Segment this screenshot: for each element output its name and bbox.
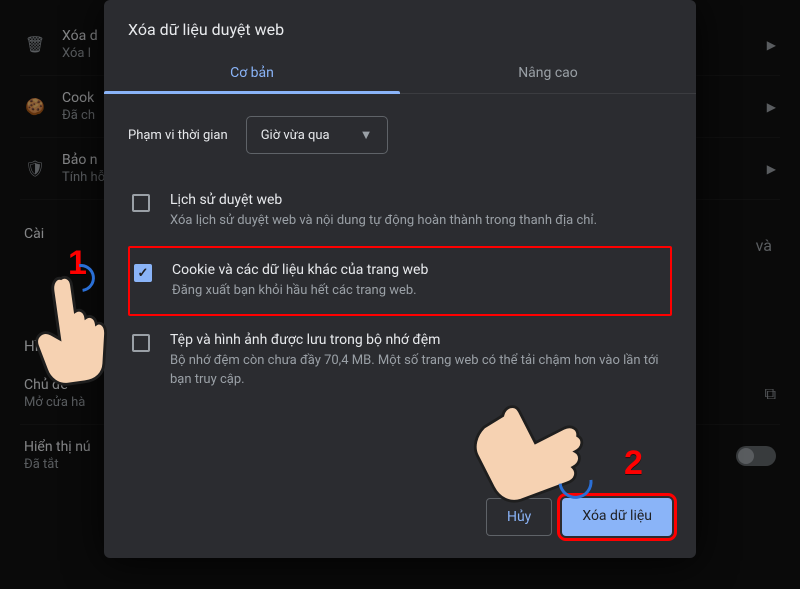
tab-basic[interactable]: Cơ bản	[104, 53, 400, 93]
dialog-title: Xóa dữ liệu duyệt web	[104, 0, 696, 53]
tab-indicator	[104, 91, 400, 94]
checkbox-cache[interactable]	[132, 334, 150, 352]
option-sub: Xóa lịch sử duyệt web và nội dung tự độn…	[170, 212, 668, 230]
chevron-right-icon: ▶	[767, 162, 776, 176]
options-list: Lịch sử duyệt web Xóa lịch sử duyệt web …	[104, 164, 696, 417]
time-range-label: Phạm vi thời gian	[128, 128, 228, 143]
annotation-number-1: 1	[68, 244, 87, 283]
option-sub: Đăng xuất bạn khỏi hầu hết các trang web…	[172, 282, 666, 300]
tab-advanced[interactable]: Nâng cao	[400, 53, 696, 93]
clear-data-button[interactable]: Xóa dữ liệu	[562, 498, 672, 536]
cookie-icon: 🍪	[24, 97, 46, 116]
time-range-row: Phạm vi thời gian Giờ vừa qua ▼	[104, 94, 696, 164]
option-cache[interactable]: Tệp và hình ảnh được lưu trong bộ nhớ đệ…	[128, 316, 672, 404]
option-sub: Bộ nhớ đệm còn chưa đầy 70,4 MB. Một số …	[170, 352, 668, 388]
dialog-footer: Hủy Xóa dữ liệu	[104, 480, 696, 558]
option-history[interactable]: Lịch sử duyệt web Xóa lịch sử duyệt web …	[128, 176, 672, 246]
time-range-value: Giờ vừa qua	[261, 128, 330, 143]
option-cookies[interactable]: ✓ Cookie và các dữ liệu khác của trang w…	[128, 246, 672, 316]
dialog-tabs: Cơ bản Nâng cao	[104, 53, 696, 94]
time-range-select[interactable]: Giờ vừa qua ▼	[246, 116, 388, 154]
caret-down-icon: ▼	[360, 127, 373, 143]
shield-icon: 🛡	[24, 159, 46, 178]
option-title: Lịch sử duyệt web	[170, 192, 668, 208]
option-title: Cookie và các dữ liệu khác của trang web	[172, 262, 666, 278]
chevron-right-icon: ▶	[767, 38, 776, 52]
trash-icon: 🗑	[24, 35, 46, 54]
external-link-icon: ⧉	[765, 384, 776, 404]
clear-browsing-data-dialog: Xóa dữ liệu duyệt web Cơ bản Nâng cao Ph…	[104, 0, 696, 558]
checkbox-cookies[interactable]: ✓	[134, 264, 152, 282]
chevron-right-icon: ▶	[767, 100, 776, 114]
checkbox-history[interactable]	[132, 194, 150, 212]
check-icon: ✓	[138, 266, 149, 281]
cancel-button[interactable]: Hủy	[486, 498, 552, 536]
toggle-switch[interactable]	[736, 446, 776, 466]
option-title: Tệp và hình ảnh được lưu trong bộ nhớ đệ…	[170, 332, 668, 348]
annotation-number-2: 2	[624, 444, 643, 483]
